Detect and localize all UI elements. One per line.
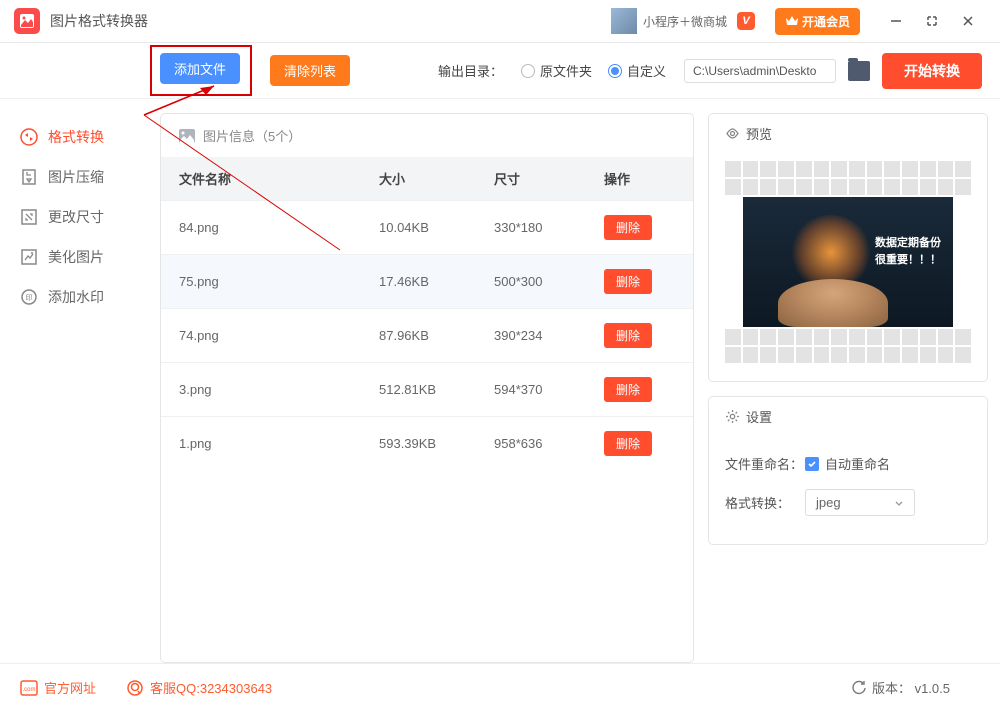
delete-button[interactable]: 删除 (604, 377, 652, 402)
cell-filename: 75.png (179, 274, 379, 289)
preview-title: 预览 (746, 124, 772, 143)
output-dir-label: 输出目录： (438, 61, 503, 80)
promo-badge-icon[interactable]: V (737, 12, 755, 30)
titlebar: 图片格式转换器 小程序＋微商城 V 开通会员 (0, 0, 1000, 43)
minimize-button[interactable] (884, 9, 908, 33)
preview-panel: 预览 数据定期备份 很重要！！！ (708, 113, 988, 382)
col-header-dim: 尺寸 (494, 169, 604, 188)
cell-dimension: 330*180 (494, 220, 604, 235)
format-label: 格式转换： (725, 493, 805, 512)
start-convert-button[interactable]: 开始转换 (882, 53, 982, 89)
auto-rename-checkbox[interactable] (805, 457, 819, 471)
version-info[interactable]: 版本： v1.0.5 (851, 678, 950, 697)
maximize-button[interactable] (920, 9, 944, 33)
close-button[interactable] (956, 9, 980, 33)
cell-filename: 3.png (179, 382, 379, 397)
preview-image: 数据定期备份 很重要！！！ (743, 197, 953, 327)
cell-filename: 84.png (179, 220, 379, 235)
file-list-header: 图片信息（5个） (161, 114, 693, 157)
cell-size: 87.96KB (379, 328, 494, 343)
col-header-size: 大小 (379, 169, 494, 188)
sidebar-item-watermark[interactable]: 印 添加水印 (0, 277, 148, 317)
official-site-link[interactable]: .com 官方网址 (20, 678, 96, 697)
radio-original-folder[interactable]: 原文件夹 (521, 61, 592, 80)
cell-size: 512.81KB (379, 382, 494, 397)
col-header-op: 操作 (604, 169, 675, 188)
delete-button[interactable]: 删除 (604, 215, 652, 240)
delete-button[interactable]: 删除 (604, 323, 652, 348)
support-qq-link[interactable]: 客服QQ:3234303643 (126, 678, 272, 697)
add-button-highlight: 添加文件 (150, 45, 252, 96)
vip-button[interactable]: 开通会员 (775, 8, 860, 35)
cell-filename: 1.png (179, 436, 379, 451)
cell-dimension: 500*300 (494, 274, 604, 289)
rename-label: 文件重命名： (725, 454, 805, 473)
cell-dimension: 958*636 (494, 436, 604, 451)
settings-panel: 设置 文件重命名： 自动重命名 格式转换： jpeg (708, 396, 988, 545)
cell-size: 593.39KB (379, 436, 494, 451)
sidebar-item-resize[interactable]: 更改尺寸 (0, 197, 148, 237)
table-row[interactable]: 1.png593.39KB958*636删除 (161, 416, 693, 470)
vip-label: 开通会员 (802, 13, 850, 30)
app-title: 图片格式转换器 (50, 11, 148, 31)
sidebar-item-format-convert[interactable]: 格式转换 (0, 117, 148, 157)
file-list-panel: 图片信息（5个） 文件名称 大小 尺寸 操作 84.png10.04KB330*… (160, 113, 694, 663)
radio-custom-folder[interactable]: 自定义 (608, 61, 666, 80)
cell-filename: 74.png (179, 328, 379, 343)
add-file-button[interactable]: 添加文件 (160, 53, 240, 84)
delete-button[interactable]: 删除 (604, 269, 652, 294)
table-row[interactable]: 74.png87.96KB390*234删除 (161, 308, 693, 362)
file-list-columns: 文件名称 大小 尺寸 操作 (161, 157, 693, 200)
sidebar-item-beautify[interactable]: 美化图片 (0, 237, 148, 277)
sidebar-item-compress[interactable]: 图片压缩 (0, 157, 148, 197)
cell-dimension: 594*370 (494, 382, 604, 397)
cell-size: 17.46KB (379, 274, 494, 289)
svg-text:.com: .com (22, 687, 35, 693)
promo-text[interactable]: 小程序＋微商城 (643, 13, 727, 30)
table-row[interactable]: 3.png512.81KB594*370删除 (161, 362, 693, 416)
sidebar: 格式转换 图片压缩 更改尺寸 美化图片 印 添加水印 (0, 99, 148, 663)
output-radio-group: 原文件夹 自定义 (513, 61, 674, 80)
folder-icon[interactable] (848, 61, 870, 81)
chevron-down-icon (894, 498, 904, 508)
output-path-input[interactable]: C:\Users\admin\Deskto (684, 59, 836, 83)
delete-button[interactable]: 删除 (604, 431, 652, 456)
app-logo (14, 8, 40, 34)
col-header-name: 文件名称 (179, 169, 379, 188)
table-row[interactable]: 75.png17.46KB500*300删除 (161, 254, 693, 308)
settings-title: 设置 (746, 407, 772, 426)
toolbar: 添加文件 清除列表 输出目录： 原文件夹 自定义 C:\Users\admin\… (0, 43, 1000, 99)
clear-list-button[interactable]: 清除列表 (270, 55, 350, 86)
cell-dimension: 390*234 (494, 328, 604, 343)
format-select[interactable]: jpeg (805, 489, 915, 516)
auto-rename-text: 自动重命名 (825, 454, 890, 473)
promo-thumbnail[interactable] (611, 8, 637, 34)
svg-text:印: 印 (26, 294, 33, 302)
cell-size: 10.04KB (379, 220, 494, 235)
footer: .com 官方网址 客服QQ:3234303643 版本： v1.0.5 (0, 663, 1000, 711)
table-row[interactable]: 84.png10.04KB330*180删除 (161, 200, 693, 254)
